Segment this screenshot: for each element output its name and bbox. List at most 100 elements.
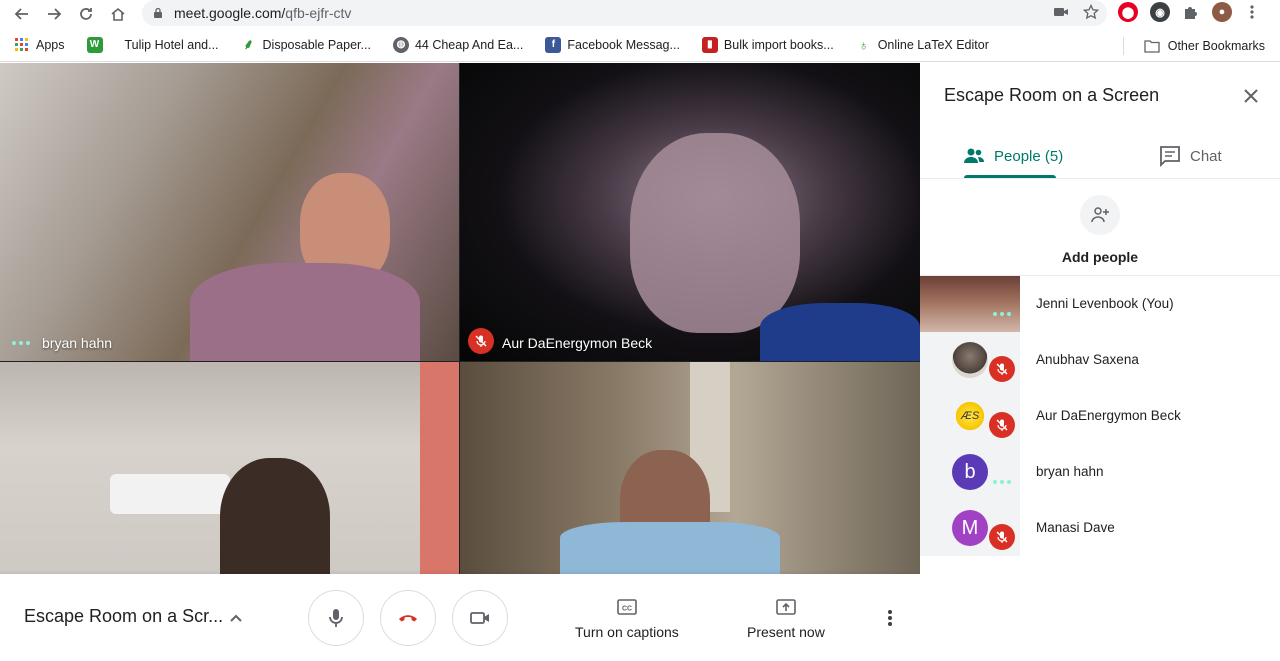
- bookmark-cheap-and-easy[interactable]: ◍ 44 Cheap And Ea...: [392, 36, 524, 53]
- air-conditioner: [110, 474, 230, 514]
- bookmark-tulip-hotel[interactable]: Tulip Hotel and...: [125, 38, 219, 52]
- participant-name: Anubhav Saxena: [1036, 352, 1139, 367]
- add-people-label: Add people: [1061, 249, 1139, 265]
- browser-toolbar: meet.google.com/qfb-ejfr-ctv ⬤ ◉ ●: [0, 0, 1280, 28]
- profile-avatar[interactable]: ●: [1212, 2, 1232, 22]
- apps-grid-icon: [15, 37, 28, 51]
- leaf-icon: ⸙: [240, 36, 257, 53]
- present-label: Present now: [747, 624, 825, 640]
- close-icon[interactable]: [1242, 87, 1260, 105]
- tile-name: Aur DaEnergymon Beck: [502, 335, 653, 351]
- overleaf-icon: ♁: [855, 36, 872, 53]
- person-silhouette: [630, 133, 800, 333]
- video-tile-bryan[interactable]: bryan hahn: [0, 63, 459, 361]
- leave-call-button[interactable]: [380, 590, 436, 646]
- mic-off-icon: [989, 412, 1015, 438]
- star-icon[interactable]: [1083, 4, 1099, 20]
- microphone-icon: [329, 609, 343, 627]
- participant-name: Aur DaEnergymon Beck: [1036, 408, 1181, 423]
- add-people-button[interactable]: Add people: [920, 195, 1280, 275]
- meeting-controls: Escape Room on a Scr... CC Turn on capti…: [0, 574, 920, 661]
- person-shirt: [190, 263, 420, 361]
- captions-button[interactable]: CC Turn on captions: [575, 596, 679, 640]
- person-shirt: [760, 303, 920, 361]
- bookmark-label: Online LaTeX Editor: [877, 37, 989, 52]
- chevron-up-icon[interactable]: [228, 610, 244, 626]
- divider: [1122, 37, 1124, 55]
- facebook-icon: f: [545, 36, 562, 53]
- participant-row[interactable]: Anubhav Saxena: [920, 332, 1280, 388]
- video-camera-icon: [470, 612, 489, 624]
- more-options-icon[interactable]: [880, 608, 900, 628]
- avatar: M: [952, 510, 988, 546]
- avatar: [952, 342, 988, 378]
- menu-kebab-icon[interactable]: [1244, 3, 1260, 21]
- people-icon: [964, 148, 984, 163]
- participant-name: Jenni Levenbook (You): [1036, 296, 1174, 311]
- speaking-indicator: [12, 341, 30, 345]
- present-now-button[interactable]: Present now: [747, 596, 825, 640]
- participant-list: Jenni Levenbook (You) Anubhav Saxena ÆS …: [920, 276, 1280, 556]
- person-shirt: [560, 522, 780, 574]
- closed-captions-icon: CC: [617, 599, 637, 615]
- tile-name: bryan hahn: [42, 335, 113, 351]
- bookmark-label: Facebook Messag...: [567, 37, 680, 52]
- puzzle-icon[interactable]: [1182, 3, 1200, 21]
- avatar-initials: ÆS: [960, 410, 980, 422]
- microphone-button[interactable]: [308, 590, 364, 646]
- bookmark-disposable-paper[interactable]: ⸙ Disposable Paper...: [240, 36, 371, 53]
- speaking-indicator: [993, 480, 1011, 484]
- bookmark-facebook[interactable]: f Facebook Messag...: [545, 36, 680, 53]
- video-tile-aur[interactable]: Aur DaEnergymon Beck: [460, 63, 920, 361]
- camera-button[interactable]: [452, 590, 508, 646]
- reload-icon[interactable]: [70, 0, 102, 28]
- adblock-icon[interactable]: ⬤: [1118, 2, 1138, 22]
- wall-accent: [420, 362, 459, 574]
- video-tile-4[interactable]: [460, 362, 920, 574]
- mic-off-icon: [468, 328, 494, 354]
- book-icon: ▮: [701, 36, 718, 53]
- participant-row[interactable]: b bryan hahn: [920, 444, 1280, 500]
- avatar: ÆS: [952, 398, 988, 434]
- bookmark-label: Disposable Paper...: [262, 37, 371, 52]
- add-person-icon: [1080, 195, 1120, 235]
- back-icon[interactable]: [6, 0, 38, 28]
- camera-blocked-icon[interactable]: [1053, 4, 1069, 20]
- mic-off-icon: [989, 524, 1015, 550]
- lock-icon: [154, 7, 162, 18]
- avatar: b: [952, 454, 988, 490]
- address-bar[interactable]: meet.google.com/qfb-ejfr-ctv: [142, 0, 1107, 26]
- avatar-initials: M: [961, 516, 979, 539]
- captions-label: Turn on captions: [575, 624, 679, 640]
- forward-icon[interactable]: [38, 0, 70, 28]
- tab-chat-label: Chat: [1190, 147, 1222, 165]
- avatar-initials: b: [964, 460, 976, 483]
- self-video-thumbnail: [920, 276, 1020, 332]
- chat-icon: [1160, 146, 1180, 168]
- tab-chat[interactable]: Chat: [1158, 133, 1222, 179]
- extension-icon[interactable]: ◉: [1150, 2, 1170, 22]
- participant-row[interactable]: Jenni Levenbook (You): [920, 276, 1280, 332]
- bookmark-latex[interactable]: ♁ Online LaTeX Editor: [855, 36, 989, 53]
- bookmark-label: 44 Cheap And Ea...: [414, 37, 524, 52]
- globe-icon: ◍: [392, 36, 409, 53]
- active-tab-indicator: [964, 175, 1056, 178]
- bookmark-w[interactable]: W: [86, 36, 103, 53]
- home-icon[interactable]: [102, 0, 134, 28]
- bookmark-apps[interactable]: Apps: [14, 37, 65, 53]
- hang-up-icon: [399, 615, 417, 622]
- tab-people[interactable]: People (5): [962, 133, 1063, 179]
- bookmark-bulk-import[interactable]: ▮ Bulk import books...: [701, 36, 834, 53]
- panel-tabs: People (5) Chat: [920, 133, 1280, 179]
- participant-name: bryan hahn: [1036, 464, 1104, 479]
- bookmarks-bar: Apps W Tulip Hotel and... ⸙ Disposable P…: [0, 28, 1280, 62]
- other-bookmarks[interactable]: Other Bookmarks: [1122, 37, 1265, 55]
- participant-row[interactable]: ÆS Aur DaEnergymon Beck: [920, 388, 1280, 444]
- w-icon: W: [86, 36, 103, 53]
- participant-row[interactable]: M Manasi Dave: [920, 500, 1280, 556]
- video-tile-3[interactable]: [0, 362, 459, 574]
- people-panel: Escape Room on a Screen People (5) Chat …: [920, 63, 1280, 661]
- mic-off-icon: [989, 356, 1015, 382]
- panel-title: Escape Room on a Screen: [944, 85, 1160, 105]
- meeting-details-title[interactable]: Escape Room on a Scr...: [24, 606, 223, 627]
